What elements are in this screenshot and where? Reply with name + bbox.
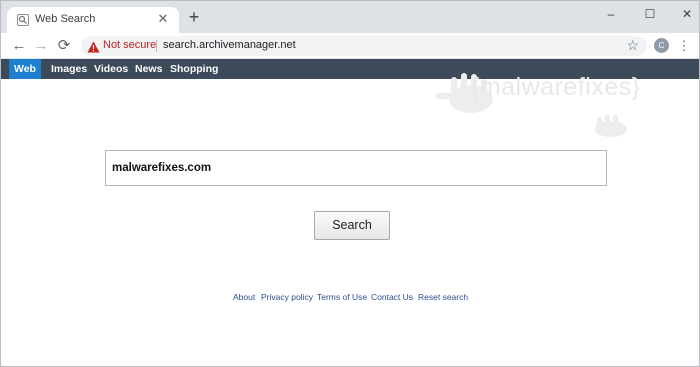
back-button[interactable]: ←	[9, 36, 29, 56]
search-icon	[17, 14, 29, 26]
tab-web[interactable]: Web	[9, 59, 41, 79]
new-tab-button[interactable]: +	[185, 8, 203, 27]
footer-link-terms[interactable]: Terms of Use	[317, 292, 367, 302]
close-window-button[interactable]: ✕	[675, 5, 699, 23]
tab-images[interactable]: Images	[51, 59, 87, 79]
tab-videos[interactable]: Videos	[94, 59, 128, 79]
reload-button[interactable]: ⟳	[54, 36, 74, 56]
footer-link-about[interactable]: About	[233, 292, 255, 302]
browser-window: Web Search ✕ + – ☐ ✕ ← → ⟳ Not secure se…	[0, 0, 700, 367]
footer-link-privacy[interactable]: Privacy policy	[261, 292, 313, 302]
bookmark-star-icon[interactable]: ☆	[626, 37, 639, 54]
security-status[interactable]: Not secure	[103, 39, 156, 51]
minimize-button[interactable]: –	[599, 5, 623, 23]
address-bar[interactable]: Not secure search.archivemanager.net ☆	[81, 36, 647, 56]
url-text[interactable]: search.archivemanager.net	[163, 39, 296, 51]
profile-avatar[interactable]: C	[654, 38, 669, 53]
search-input[interactable]: malwarefixes.com	[105, 150, 607, 186]
search-button[interactable]: Search	[314, 211, 390, 240]
tab-news[interactable]: News	[135, 59, 162, 79]
omnibox-divider	[156, 40, 157, 52]
watermark-text: {malwarefixes}	[471, 73, 641, 101]
tab-strip: Web Search ✕ + – ☐ ✕	[1, 1, 699, 33]
close-tab-icon[interactable]: ✕	[155, 11, 171, 27]
maximize-button[interactable]: ☐	[638, 5, 662, 23]
search-input-value: malwarefixes.com	[112, 162, 212, 174]
forward-button[interactable]: →	[31, 36, 51, 56]
warning-icon	[87, 40, 100, 53]
tab-shopping[interactable]: Shopping	[170, 59, 218, 79]
footer-link-contact[interactable]: Contact Us	[371, 292, 413, 302]
browser-menu-icon[interactable]: ⋮	[677, 37, 691, 55]
footer-link-reset[interactable]: Reset search	[418, 292, 468, 302]
tab-title: Web Search	[35, 13, 96, 25]
browser-toolbar: ← → ⟳ Not secure search.archivemanager.n…	[1, 33, 699, 59]
browser-tab[interactable]: Web Search ✕	[7, 7, 179, 33]
